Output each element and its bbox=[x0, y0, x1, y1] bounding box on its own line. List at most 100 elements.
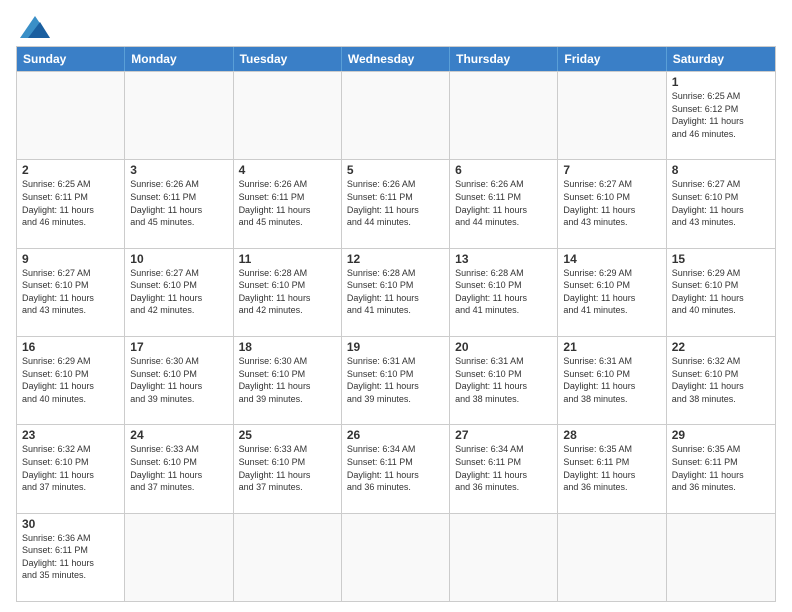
day-number: 23 bbox=[22, 428, 119, 442]
day-cell bbox=[17, 72, 125, 159]
day-cell: 4Sunrise: 6:26 AM Sunset: 6:11 PM Daylig… bbox=[234, 160, 342, 247]
day-info: Sunrise: 6:28 AM Sunset: 6:10 PM Dayligh… bbox=[455, 267, 552, 317]
day-number: 10 bbox=[130, 252, 227, 266]
day-header: Sunday bbox=[17, 47, 125, 71]
day-cell bbox=[125, 514, 233, 601]
day-info: Sunrise: 6:33 AM Sunset: 6:10 PM Dayligh… bbox=[130, 443, 227, 493]
day-number: 24 bbox=[130, 428, 227, 442]
day-cell bbox=[558, 514, 666, 601]
day-info: Sunrise: 6:35 AM Sunset: 6:11 PM Dayligh… bbox=[563, 443, 660, 493]
day-info: Sunrise: 6:28 AM Sunset: 6:10 PM Dayligh… bbox=[239, 267, 336, 317]
day-info: Sunrise: 6:32 AM Sunset: 6:10 PM Dayligh… bbox=[22, 443, 119, 493]
week-row: 2Sunrise: 6:25 AM Sunset: 6:11 PM Daylig… bbox=[17, 159, 775, 247]
day-cell: 22Sunrise: 6:32 AM Sunset: 6:10 PM Dayli… bbox=[667, 337, 775, 424]
day-number: 2 bbox=[22, 163, 119, 177]
day-cell bbox=[558, 72, 666, 159]
day-number: 3 bbox=[130, 163, 227, 177]
day-cell: 9Sunrise: 6:27 AM Sunset: 6:10 PM Daylig… bbox=[17, 249, 125, 336]
day-number: 19 bbox=[347, 340, 444, 354]
day-cell: 5Sunrise: 6:26 AM Sunset: 6:11 PM Daylig… bbox=[342, 160, 450, 247]
calendar: SundayMondayTuesdayWednesdayThursdayFrid… bbox=[16, 46, 776, 602]
header bbox=[16, 16, 776, 38]
day-cell: 20Sunrise: 6:31 AM Sunset: 6:10 PM Dayli… bbox=[450, 337, 558, 424]
day-info: Sunrise: 6:30 AM Sunset: 6:10 PM Dayligh… bbox=[130, 355, 227, 405]
day-cell: 15Sunrise: 6:29 AM Sunset: 6:10 PM Dayli… bbox=[667, 249, 775, 336]
day-info: Sunrise: 6:29 AM Sunset: 6:10 PM Dayligh… bbox=[563, 267, 660, 317]
day-number: 13 bbox=[455, 252, 552, 266]
day-cell: 2Sunrise: 6:25 AM Sunset: 6:11 PM Daylig… bbox=[17, 160, 125, 247]
day-cell: 12Sunrise: 6:28 AM Sunset: 6:10 PM Dayli… bbox=[342, 249, 450, 336]
day-cell: 13Sunrise: 6:28 AM Sunset: 6:10 PM Dayli… bbox=[450, 249, 558, 336]
day-number: 25 bbox=[239, 428, 336, 442]
day-info: Sunrise: 6:33 AM Sunset: 6:10 PM Dayligh… bbox=[239, 443, 336, 493]
page: SundayMondayTuesdayWednesdayThursdayFrid… bbox=[0, 0, 792, 612]
day-info: Sunrise: 6:34 AM Sunset: 6:11 PM Dayligh… bbox=[455, 443, 552, 493]
day-info: Sunrise: 6:31 AM Sunset: 6:10 PM Dayligh… bbox=[347, 355, 444, 405]
day-cell: 23Sunrise: 6:32 AM Sunset: 6:10 PM Dayli… bbox=[17, 425, 125, 512]
day-number: 4 bbox=[239, 163, 336, 177]
day-info: Sunrise: 6:30 AM Sunset: 6:10 PM Dayligh… bbox=[239, 355, 336, 405]
day-cell: 27Sunrise: 6:34 AM Sunset: 6:11 PM Dayli… bbox=[450, 425, 558, 512]
day-cell: 11Sunrise: 6:28 AM Sunset: 6:10 PM Dayli… bbox=[234, 249, 342, 336]
logo-icon bbox=[20, 16, 50, 38]
day-cell bbox=[342, 72, 450, 159]
day-headers: SundayMondayTuesdayWednesdayThursdayFrid… bbox=[17, 47, 775, 71]
logo bbox=[16, 16, 50, 38]
day-info: Sunrise: 6:36 AM Sunset: 6:11 PM Dayligh… bbox=[22, 532, 119, 582]
day-cell: 28Sunrise: 6:35 AM Sunset: 6:11 PM Dayli… bbox=[558, 425, 666, 512]
day-info: Sunrise: 6:25 AM Sunset: 6:11 PM Dayligh… bbox=[22, 178, 119, 228]
day-number: 15 bbox=[672, 252, 770, 266]
day-info: Sunrise: 6:32 AM Sunset: 6:10 PM Dayligh… bbox=[672, 355, 770, 405]
day-number: 21 bbox=[563, 340, 660, 354]
day-header: Wednesday bbox=[342, 47, 450, 71]
day-cell: 10Sunrise: 6:27 AM Sunset: 6:10 PM Dayli… bbox=[125, 249, 233, 336]
week-row: 1Sunrise: 6:25 AM Sunset: 6:12 PM Daylig… bbox=[17, 71, 775, 159]
day-info: Sunrise: 6:28 AM Sunset: 6:10 PM Dayligh… bbox=[347, 267, 444, 317]
day-cell: 29Sunrise: 6:35 AM Sunset: 6:11 PM Dayli… bbox=[667, 425, 775, 512]
day-number: 22 bbox=[672, 340, 770, 354]
day-cell: 25Sunrise: 6:33 AM Sunset: 6:10 PM Dayli… bbox=[234, 425, 342, 512]
day-info: Sunrise: 6:25 AM Sunset: 6:12 PM Dayligh… bbox=[672, 90, 770, 140]
day-cell: 16Sunrise: 6:29 AM Sunset: 6:10 PM Dayli… bbox=[17, 337, 125, 424]
day-info: Sunrise: 6:29 AM Sunset: 6:10 PM Dayligh… bbox=[22, 355, 119, 405]
day-info: Sunrise: 6:27 AM Sunset: 6:10 PM Dayligh… bbox=[563, 178, 660, 228]
day-cell bbox=[450, 514, 558, 601]
day-cell: 18Sunrise: 6:30 AM Sunset: 6:10 PM Dayli… bbox=[234, 337, 342, 424]
day-number: 29 bbox=[672, 428, 770, 442]
day-info: Sunrise: 6:34 AM Sunset: 6:11 PM Dayligh… bbox=[347, 443, 444, 493]
day-header: Monday bbox=[125, 47, 233, 71]
week-row: 9 Sunrise: 6:27 AM Sunset: 6:10 PM Daylig… bbox=[17, 248, 775, 336]
day-header: Tuesday bbox=[234, 47, 342, 71]
day-number: 18 bbox=[239, 340, 336, 354]
day-cell: 8Sunrise: 6:27 AM Sunset: 6:10 PM Daylig… bbox=[667, 160, 775, 247]
day-cell: 6Sunrise: 6:26 AM Sunset: 6:11 PM Daylig… bbox=[450, 160, 558, 247]
weeks: 1Sunrise: 6:25 AM Sunset: 6:12 PM Daylig… bbox=[17, 71, 775, 601]
day-number: 28 bbox=[563, 428, 660, 442]
day-cell: 21Sunrise: 6:31 AM Sunset: 6:10 PM Dayli… bbox=[558, 337, 666, 424]
day-number: 9 bbox=[22, 252, 119, 266]
day-cell: 7Sunrise: 6:27 AM Sunset: 6:10 PM Daylig… bbox=[558, 160, 666, 247]
day-info: Sunrise: 6:27 AM Sunset: 6:10 PM Dayligh… bbox=[130, 267, 227, 317]
day-info: Sunrise: 6:26 AM Sunset: 6:11 PM Dayligh… bbox=[130, 178, 227, 228]
day-number: 20 bbox=[455, 340, 552, 354]
day-cell bbox=[234, 72, 342, 159]
day-cell: 24Sunrise: 6:33 AM Sunset: 6:10 PM Dayli… bbox=[125, 425, 233, 512]
day-info: Sunrise: 6:35 AM Sunset: 6:11 PM Dayligh… bbox=[672, 443, 770, 493]
day-cell: 14Sunrise: 6:29 AM Sunset: 6:10 PM Dayli… bbox=[558, 249, 666, 336]
day-info: Sunrise: 6:29 AM Sunset: 6:10 PM Dayligh… bbox=[672, 267, 770, 317]
day-cell bbox=[342, 514, 450, 601]
day-info: Sunrise: 6:26 AM Sunset: 6:11 PM Dayligh… bbox=[347, 178, 444, 228]
day-number: 26 bbox=[347, 428, 444, 442]
day-number: 17 bbox=[130, 340, 227, 354]
week-row: 16Sunrise: 6:29 AM Sunset: 6:10 PM Dayli… bbox=[17, 336, 775, 424]
day-cell: 30Sunrise: 6:36 AM Sunset: 6:11 PM Dayli… bbox=[17, 514, 125, 601]
day-number: 5 bbox=[347, 163, 444, 177]
day-cell: 1Sunrise: 6:25 AM Sunset: 6:12 PM Daylig… bbox=[667, 72, 775, 159]
day-number: 27 bbox=[455, 428, 552, 442]
day-number: 12 bbox=[347, 252, 444, 266]
week-row: 30Sunrise: 6:36 AM Sunset: 6:11 PM Dayli… bbox=[17, 513, 775, 601]
day-cell bbox=[125, 72, 233, 159]
week-row: 23Sunrise: 6:32 AM Sunset: 6:10 PM Dayli… bbox=[17, 424, 775, 512]
day-number: 1 bbox=[672, 75, 770, 89]
day-cell bbox=[667, 514, 775, 601]
